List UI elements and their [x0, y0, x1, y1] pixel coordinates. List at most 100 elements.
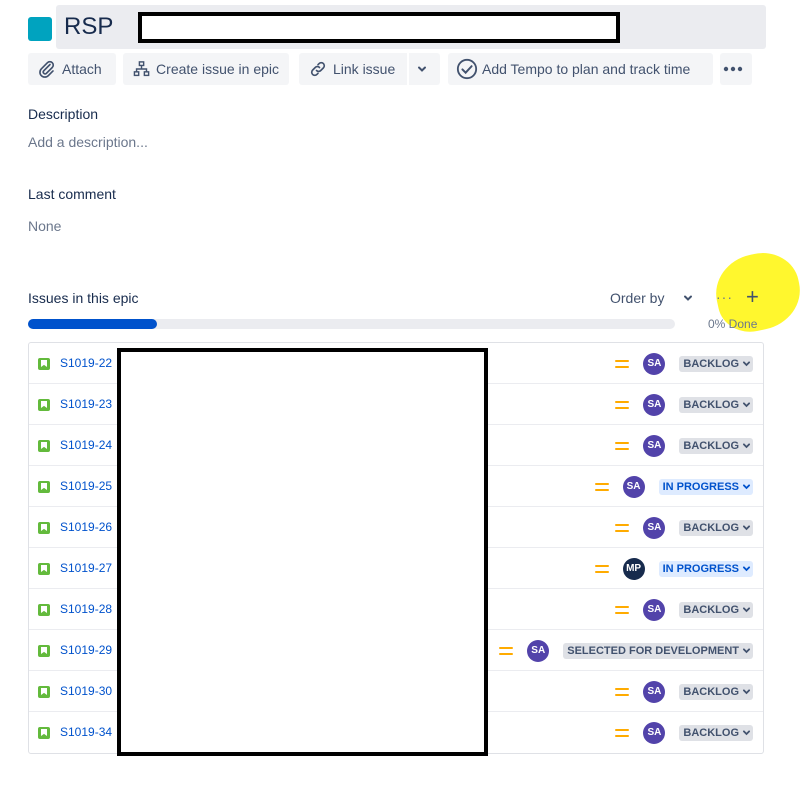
status-dropdown[interactable]: BACKLOG	[679, 355, 753, 372]
status-label: SELECTED FOR DEVELOPMENT	[567, 644, 739, 657]
status-label: BACKLOG	[683, 603, 739, 616]
chevron-down-icon	[417, 66, 426, 72]
link-issue-dropdown-button[interactable]	[409, 53, 440, 85]
tempo-label: Add Tempo to plan and track time	[482, 61, 691, 77]
story-icon	[38, 563, 50, 575]
issue-meta: SA BACKLOG	[615, 507, 753, 548]
create-issue-label: Create issue in epic	[156, 61, 279, 77]
assignee-avatar[interactable]: MP	[622, 557, 645, 580]
redacted-summaries-box	[117, 348, 488, 756]
priority-medium-icon	[499, 646, 514, 656]
issue-meta: SA BACKLOG	[615, 712, 753, 753]
issue-key-link[interactable]: S1019-22	[60, 356, 112, 370]
story-icon	[38, 727, 50, 739]
chevron-down-icon	[742, 648, 751, 654]
epic-issues-header: Issues in this epic Order by ··· +	[28, 284, 766, 312]
status-label: BACKLOG	[683, 439, 739, 452]
priority-medium-icon	[615, 523, 630, 533]
story-icon	[38, 686, 50, 698]
status-label: IN PROGRESS	[662, 480, 739, 493]
story-icon	[38, 481, 50, 493]
issue-meta: SA BACKLOG	[615, 343, 753, 384]
assignee-avatar[interactable]: SA	[643, 680, 666, 703]
epic-issues-title: Issues in this epic	[28, 290, 139, 306]
more-actions-button[interactable]	[720, 53, 752, 85]
chevron-down-icon	[742, 402, 751, 408]
epic-progress-label: 0% Done	[708, 317, 758, 331]
epic-progress-fill	[28, 319, 158, 329]
issue-meta: SA IN PROGRESS	[594, 466, 753, 507]
chevron-down-icon	[742, 607, 751, 613]
story-icon	[38, 645, 50, 657]
create-issue-in-epic-button[interactable]: Create issue in epic	[123, 53, 289, 85]
assignee-avatar[interactable]: SA	[643, 516, 666, 539]
assignee-avatar[interactable]: SA	[643, 598, 666, 621]
chevron-down-icon	[742, 484, 751, 490]
issue-meta: SA BACKLOG	[615, 589, 753, 630]
epic-more-button[interactable]: ···	[716, 289, 733, 305]
status-dropdown[interactable]: SELECTED FOR DEVELOPMENT	[563, 642, 753, 659]
chevron-down-icon[interactable]	[682, 292, 694, 304]
assignee-avatar[interactable]: SA	[643, 393, 666, 416]
check-circle-icon	[456, 58, 478, 80]
status-dropdown[interactable]: IN PROGRESS	[658, 478, 753, 495]
issue-meta: MP IN PROGRESS	[594, 548, 753, 589]
assignee-avatar[interactable]: SA	[643, 434, 666, 457]
chevron-down-icon	[742, 525, 751, 531]
description-field[interactable]: Add a description...	[28, 134, 148, 150]
assignee-avatar[interactable]: SA	[622, 475, 645, 498]
last-comment-value: None	[28, 218, 62, 234]
chevron-down-icon	[742, 361, 751, 367]
status-label: BACKLOG	[683, 357, 739, 370]
issue-key-link[interactable]: S1019-28	[60, 602, 112, 616]
priority-medium-icon	[615, 359, 630, 369]
issue-key-link[interactable]: S1019-34	[60, 725, 112, 739]
more-horizontal-icon	[723, 66, 743, 72]
assignee-avatar[interactable]: SA	[643, 721, 666, 744]
issue-meta: SA BACKLOG	[615, 384, 753, 425]
description-label: Description	[28, 106, 99, 122]
issue-meta: SA SELECTED FOR DEVELOPMENT	[499, 630, 753, 671]
status-dropdown[interactable]: IN PROGRESS	[658, 560, 753, 577]
priority-medium-icon	[615, 400, 630, 410]
issue-key-link[interactable]: S1019-26	[60, 520, 112, 534]
issue-meta: SA BACKLOG	[615, 425, 753, 466]
issue-key-link[interactable]: S1019-27	[60, 561, 112, 575]
redacted-title-box	[138, 12, 620, 43]
issue-summary-field[interactable]: RSP	[56, 5, 766, 49]
status-label: IN PROGRESS	[662, 562, 739, 575]
issue-key-link[interactable]: S1019-25	[60, 479, 112, 493]
assignee-avatar[interactable]: SA	[527, 639, 550, 662]
status-dropdown[interactable]: BACKLOG	[679, 683, 753, 700]
add-issue-button[interactable]: +	[746, 284, 759, 310]
issue-key-link[interactable]: S1019-24	[60, 438, 112, 452]
paperclip-icon	[39, 60, 55, 78]
add-tempo-button[interactable]: Add Tempo to plan and track time	[448, 53, 713, 85]
last-comment-label: Last comment	[28, 186, 116, 202]
issue-key-link[interactable]: S1019-30	[60, 684, 112, 698]
chevron-down-icon	[742, 730, 751, 736]
status-label: BACKLOG	[683, 521, 739, 534]
issue-key-link[interactable]: S1019-23	[60, 397, 112, 411]
status-label: BACKLOG	[683, 685, 739, 698]
chevron-down-icon	[742, 443, 751, 449]
priority-medium-icon	[594, 482, 609, 492]
order-by-button[interactable]: Order by	[610, 290, 664, 306]
status-dropdown[interactable]: BACKLOG	[679, 437, 753, 454]
status-dropdown[interactable]: BACKLOG	[679, 396, 753, 413]
story-icon	[38, 399, 50, 411]
chevron-down-icon	[742, 689, 751, 695]
priority-medium-icon	[615, 687, 630, 697]
priority-medium-icon	[615, 605, 630, 615]
issue-key-link[interactable]: S1019-29	[60, 643, 112, 657]
attach-label: Attach	[62, 61, 102, 77]
status-label: BACKLOG	[683, 398, 739, 411]
link-issue-button[interactable]: Link issue	[299, 53, 407, 85]
status-dropdown[interactable]: BACKLOG	[679, 601, 753, 618]
status-dropdown[interactable]: BACKLOG	[679, 519, 753, 536]
link-issue-label: Link issue	[333, 61, 396, 77]
attach-button[interactable]: Attach	[28, 53, 116, 85]
epic-color-icon	[28, 17, 52, 41]
assignee-avatar[interactable]: SA	[643, 352, 666, 375]
status-dropdown[interactable]: BACKLOG	[679, 724, 753, 741]
